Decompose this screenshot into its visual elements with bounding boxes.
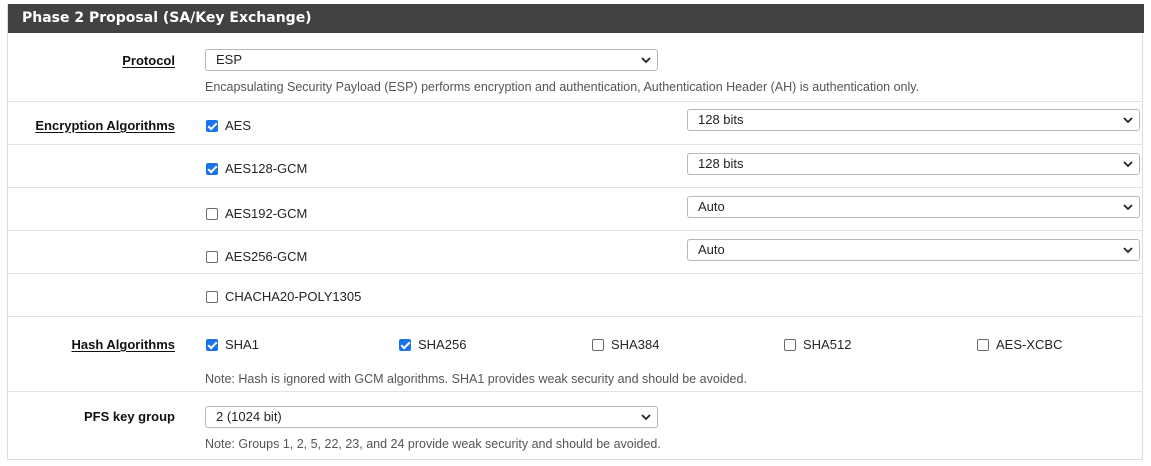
encryption-checkbox-aes256-gcm[interactable]: AES256-GCM: [206, 249, 307, 264]
checkbox-unchecked-icon: [206, 290, 218, 303]
chevron-down-icon: [1123, 247, 1133, 254]
checkbox-checked-icon: [206, 162, 218, 175]
protocol-select[interactable]: ESP: [205, 49, 658, 71]
chevron-down-icon: [641, 57, 651, 64]
protocol-row: Protocol ESP Encapsulating Security Payl…: [8, 33, 1142, 102]
hash-label: Hash Algorithms: [71, 337, 175, 352]
chevron-down-icon: [1123, 204, 1133, 211]
pfs-select[interactable]: 2 (1024 bit): [205, 406, 658, 428]
checkbox-label: AES: [225, 118, 252, 133]
checkbox-label: AES128-GCM: [225, 161, 308, 176]
keylen-select-aes256-gcm[interactable]: Auto: [687, 239, 1140, 261]
checkbox-unchecked-icon: [592, 338, 604, 351]
hash-note: Note: Hash is ignored with GCM algorithm…: [205, 372, 747, 386]
hash-checkbox-sha256[interactable]: SHA256: [399, 337, 466, 352]
phase2-proposal-panel: Phase 2 Proposal (SA/Key Exchange) Proto…: [7, 4, 1144, 460]
checkbox-unchecked-icon: [977, 338, 989, 351]
keylen-select-aes128-gcm[interactable]: 128 bits: [687, 153, 1140, 175]
encryption-row: Encryption Algorithms AES 128 bits: [8, 102, 1142, 145]
checkbox-checked-icon: [206, 338, 218, 351]
encryption-checkbox-chacha20-poly1305[interactable]: CHACHA20-POLY1305: [206, 289, 361, 304]
pfs-selected-value: 2 (1024 bit): [216, 409, 282, 424]
checkbox-label: SHA384: [611, 337, 660, 352]
hash-checkbox-sha384[interactable]: SHA384: [592, 337, 659, 352]
protocol-label: Protocol: [122, 53, 175, 68]
checkbox-label: SHA512: [803, 337, 852, 352]
protocol-help-text: Encapsulating Security Payload (ESP) per…: [205, 80, 920, 94]
chevron-down-icon: [1123, 161, 1133, 168]
hash-checkbox-aes-xcbc[interactable]: AES-XCBC: [977, 337, 1062, 352]
keylen-selected-value: 128 bits: [698, 156, 744, 171]
pfs-note: Note: Groups 1, 2, 5, 22, 23, and 24 pro…: [205, 437, 661, 451]
encryption-row: AES256-GCM Auto: [8, 231, 1142, 274]
pfs-label: PFS key group: [83, 409, 175, 424]
checkbox-label: SHA256: [418, 337, 467, 352]
encryption-checkbox-aes192-gcm[interactable]: AES192-GCM: [206, 206, 307, 221]
checkbox-label: AES-XCBC: [996, 337, 1063, 352]
chevron-down-icon: [1123, 117, 1133, 124]
encryption-checkbox-aes128-gcm[interactable]: AES128-GCM: [206, 161, 307, 176]
encryption-checkbox-aes[interactable]: AES: [206, 118, 251, 133]
hash-checkbox-sha512[interactable]: SHA512: [784, 337, 851, 352]
checkbox-label: AES192-GCM: [225, 206, 308, 221]
protocol-selected-value: ESP: [216, 52, 243, 67]
chevron-down-icon: [641, 414, 651, 421]
checkbox-label: CHACHA20-POLY1305: [225, 289, 362, 304]
keylen-select-aes[interactable]: 128 bits: [687, 109, 1140, 131]
keylen-select-aes192-gcm[interactable]: Auto: [687, 196, 1140, 218]
encryption-row: AES192-GCM Auto: [8, 188, 1142, 231]
encryption-row: AES128-GCM 128 bits: [8, 145, 1142, 188]
checkbox-checked-icon: [206, 119, 218, 132]
panel-title: Phase 2 Proposal (SA/Key Exchange): [8, 4, 1144, 33]
keylen-selected-value: Auto: [698, 199, 725, 214]
keylen-selected-value: 128 bits: [698, 112, 744, 127]
checkbox-unchecked-icon: [784, 338, 796, 351]
checkbox-label: SHA1: [225, 337, 259, 352]
checkbox-checked-icon: [399, 338, 411, 351]
pfs-row: PFS key group 2 (1024 bit) Note: Groups …: [8, 392, 1142, 460]
checkbox-unchecked-icon: [206, 250, 218, 263]
encryption-row: CHACHA20-POLY1305: [8, 274, 1142, 317]
checkbox-label: AES256-GCM: [225, 249, 308, 264]
encryption-label: Encryption Algorithms: [35, 118, 175, 133]
hash-row: Hash Algorithms SHA1 SHA256 SHA384 SHA51…: [8, 317, 1142, 392]
hash-checkbox-sha1[interactable]: SHA1: [206, 337, 259, 352]
keylen-selected-value: Auto: [698, 242, 725, 257]
checkbox-unchecked-icon: [206, 207, 218, 220]
